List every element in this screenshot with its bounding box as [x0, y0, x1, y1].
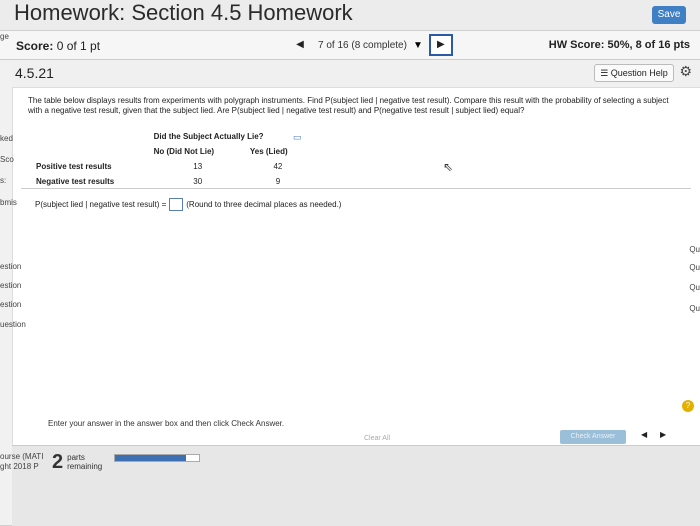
score-bar: Score: 0 of 1 pt ◀ 7 of 16 (8 complete) …	[0, 31, 700, 60]
score-label: Score:	[16, 39, 54, 53]
copy-table-icon[interactable]: ▭	[293, 132, 302, 143]
score: Score: 0 of 1 pt	[16, 39, 100, 53]
mouse-cursor-icon: ⇖	[443, 160, 454, 174]
cell-value: 13	[193, 162, 203, 171]
table-col-no: No (Did Not Lie)	[153, 147, 215, 156]
cell-value: 9	[275, 177, 281, 186]
answer-prompt: P(subject lied | negative test result) =	[35, 200, 167, 209]
remaining-label: remaining	[67, 461, 103, 471]
screen: Homework: Section 4.5 Homework Save Scor…	[0, 0, 700, 526]
table-col-yes: Yes (Lied)	[249, 147, 288, 156]
side-fragment: estion	[0, 300, 22, 309]
prev-question-icon[interactable]: ◀	[288, 35, 312, 55]
question-nav: ◀ 7 of 16 (8 complete) ▼ ▶	[288, 34, 453, 56]
list-icon: ☰	[600, 68, 611, 78]
progress-bar	[114, 454, 200, 462]
side-fragment: estion	[0, 262, 22, 271]
title-bar: Homework: Section 4.5 Homework Save	[0, 0, 700, 31]
divider	[21, 188, 691, 189]
side-fragment: Qu	[689, 263, 700, 272]
parts-label: parts	[67, 452, 85, 462]
answer-input[interactable]	[169, 198, 184, 211]
prev-icon[interactable]: ◀	[641, 430, 647, 439]
side-fragment: Qu	[689, 304, 700, 313]
question-help-label: Question Help	[610, 68, 668, 78]
side-fragment: ge	[0, 32, 9, 41]
hw-score: HW Score: 50%, 8 of 16 pts	[548, 39, 690, 51]
question-progress[interactable]: 7 of 16 (8 complete)	[312, 40, 413, 51]
question-help-button[interactable]: ☰ Question Help	[594, 64, 674, 82]
problem-text: The table below displays results from ex…	[28, 96, 669, 116]
side-fragment: Qu	[689, 245, 700, 254]
answer-hint: (Round to three decimal places as needed…	[186, 200, 342, 209]
side-fragment: uestion	[0, 320, 26, 329]
page-title: Homework: Section 4.5 Homework	[14, 0, 353, 25]
side-fragment: Sco	[0, 155, 14, 164]
check-answer-button[interactable]: Check Answer	[560, 430, 626, 444]
parts-remaining: 2 parts remaining	[52, 451, 102, 474]
question-number: 4.5.21	[15, 65, 54, 81]
cell-value: 42	[273, 162, 283, 171]
gear-icon[interactable]: ⚙	[679, 63, 692, 80]
table-row: Negative test results 30 9	[33, 175, 309, 188]
side-fragment: bmis	[0, 198, 17, 207]
cell-value: 30	[193, 177, 203, 186]
parts-text: parts remaining	[67, 452, 103, 472]
side-fragment: s:	[0, 176, 7, 185]
table-row: Positive test results 13 42	[33, 160, 309, 173]
side-fragment: estion	[0, 281, 22, 290]
side-fragment: Qu	[689, 283, 700, 292]
help-icon[interactable]: ?	[682, 400, 694, 412]
side-fragment: ked	[0, 134, 13, 143]
question-content: The table below displays results from ex…	[12, 87, 700, 447]
question-dropdown-icon[interactable]: ▼	[413, 40, 423, 51]
side-fragment: ourse (MATI	[0, 452, 44, 461]
answer-row: P(subject lied | negative test result) =…	[35, 198, 341, 211]
footer: Enter your answer in the answer box and …	[12, 400, 700, 526]
data-table: Did the Subject Actually Lie? No (Did No…	[31, 128, 311, 190]
next-icon[interactable]: ▶	[660, 430, 666, 439]
table-title: Did the Subject Actually Lie?	[153, 132, 264, 141]
progress-fill	[115, 455, 187, 461]
next-question-icon[interactable]: ▶	[428, 34, 453, 56]
side-fragment: ght 2018 P	[0, 462, 39, 471]
score-value: 0 of 1 pt	[56, 39, 101, 53]
parts-count: 2	[52, 451, 64, 473]
row-label: Negative test results	[36, 177, 115, 186]
clear-all-button[interactable]: Clear All	[364, 435, 390, 442]
instructions: Enter your answer in the answer box and …	[48, 419, 285, 428]
save-button[interactable]: Save	[652, 6, 686, 24]
row-label: Positive test results	[36, 162, 112, 171]
question-header: 4.5.21 ☰ Question Help ⚙	[12, 61, 700, 87]
